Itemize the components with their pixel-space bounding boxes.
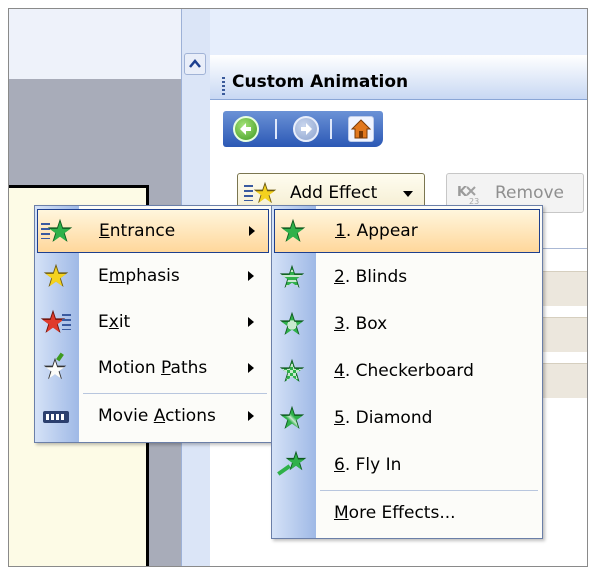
menu-item-label: Motion Paths (98, 358, 208, 378)
pane-navigation-bar (223, 111, 383, 147)
menu-item-fly-in[interactable]: 6. Fly In (274, 444, 540, 488)
menu-item-label: Movie Actions (98, 406, 216, 426)
menu-item-diamond[interactable]: 5. Diamond (274, 397, 540, 441)
nav-divider (330, 119, 332, 139)
menu-item-movie-actions[interactable]: Movie Actions (37, 395, 269, 439)
submenu-arrow-icon (248, 411, 254, 421)
menu-item-motion-paths[interactable]: Motion Paths (37, 347, 269, 391)
remove-effect-icon: K 23 (457, 185, 479, 206)
back-arrow-icon (240, 123, 251, 135)
menu-item-label: More Effects... (334, 503, 456, 523)
menu-item-label: 2. Blinds (334, 267, 408, 287)
menu-separator (320, 490, 538, 491)
menu-item-entrance[interactable]: Entrance (37, 209, 269, 253)
nav-divider (275, 119, 277, 139)
menu-item-blinds[interactable]: 2. Blinds (274, 256, 540, 300)
submenu-arrow-icon (248, 271, 254, 281)
menu-separator (83, 393, 267, 394)
pane-grip-handle[interactable] (222, 77, 225, 95)
menu-item-label: 3. Box (334, 314, 388, 334)
appear-star-icon (278, 216, 308, 246)
entrance-star-icon (41, 216, 73, 246)
home-icon (350, 119, 372, 139)
emphasis-star-icon (40, 261, 70, 291)
motion-path-star-icon (40, 352, 70, 383)
menu-item-exit[interactable]: Exit (37, 301, 269, 345)
box-star-icon (277, 309, 307, 339)
menu-item-more-effects[interactable]: More Effects... (274, 492, 540, 536)
menu-item-label: 5. Diamond (334, 408, 433, 428)
add-effect-star-icon (244, 178, 278, 208)
menu-item-checkerboard[interactable]: 4. Checkerboard (274, 350, 540, 394)
fly-in-star-icon (277, 450, 307, 480)
blinds-star-icon (277, 262, 307, 292)
menu-item-appear[interactable]: 1. Appear (274, 209, 540, 253)
home-button[interactable] (348, 116, 374, 142)
chevron-up-icon (189, 59, 201, 68)
menu-item-emphasis[interactable]: Emphasis (37, 255, 269, 299)
back-button[interactable] (233, 116, 259, 142)
forward-button[interactable] (293, 116, 319, 142)
dropdown-caret-icon (403, 191, 413, 197)
forward-arrow-icon (301, 123, 312, 135)
menu-item-label: Entrance (99, 221, 176, 241)
remove-label: Remove (495, 183, 564, 203)
pane-title: Custom Animation (232, 72, 409, 92)
checkerboard-star-icon (277, 356, 307, 386)
menu-item-label: 1. Appear (335, 221, 418, 241)
svg-text:K: K (457, 185, 468, 200)
add-effect-label: Add Effect (290, 183, 378, 203)
scroll-up-button[interactable] (184, 53, 206, 75)
menu-item-label: 6. Fly In (334, 455, 402, 475)
movie-actions-icon (40, 401, 70, 431)
diamond-star-icon (277, 403, 307, 433)
submenu-arrow-icon (248, 317, 254, 327)
menu-item-label: Exit (98, 312, 131, 332)
submenu-arrow-icon (249, 226, 255, 236)
menu-item-label: 4. Checkerboard (334, 361, 474, 381)
exit-star-icon (40, 307, 71, 337)
submenu-arrow-icon (248, 363, 254, 373)
add-effect-menu: Entrance Emphasis Exit Motion Paths Movi… (34, 205, 272, 443)
pane-top-strip (210, 9, 587, 55)
menu-item-label: Emphasis (98, 266, 180, 286)
entrance-submenu: 1. Appear 2. Blinds 3. Box 4. Checkerboa… (271, 205, 543, 539)
slide-area-top (9, 9, 181, 79)
menu-item-box[interactable]: 3. Box (274, 303, 540, 347)
